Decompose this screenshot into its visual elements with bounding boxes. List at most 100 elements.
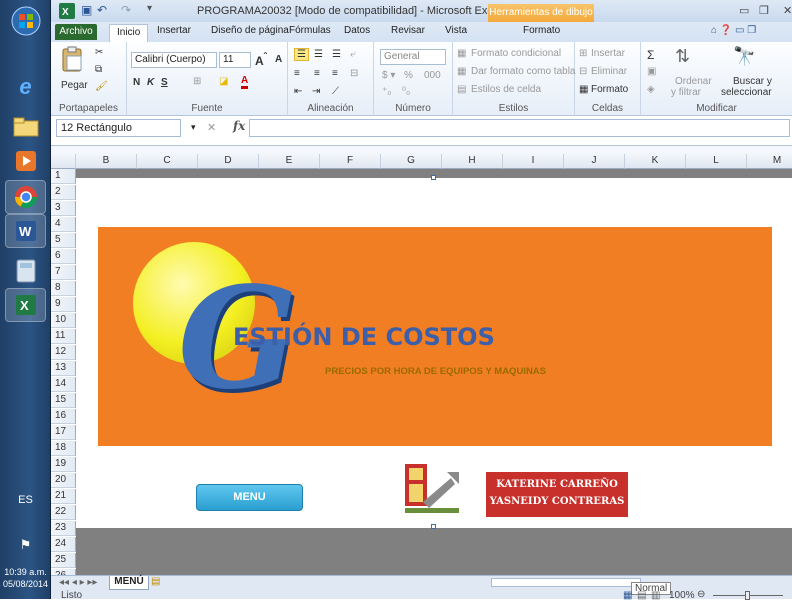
page-layout-icon[interactable]: ▤ [637, 590, 646, 601]
number-format-combo[interactable]: General [380, 49, 446, 65]
paste-icon[interactable] [61, 46, 83, 72]
font-size-combo[interactable]: 11 [219, 52, 251, 68]
clear-icon[interactable]: ◈ [647, 84, 655, 95]
cell-styles-button[interactable]: Estilos de celda [471, 84, 541, 95]
col-header-l[interactable]: L [686, 154, 747, 169]
selection-handle-bottom[interactable] [431, 524, 436, 529]
wrap-text-icon[interactable]: ⤶ [350, 49, 356, 60]
font-name-combo[interactable]: Calibri (Cuerpo) [131, 52, 217, 68]
new-sheet-icon[interactable]: ▤ [151, 576, 160, 587]
row-header-3[interactable]: 3 [51, 201, 76, 216]
borders-icon[interactable]: ⊞ [193, 76, 201, 87]
merge-center-icon[interactable]: ⊟ [350, 68, 358, 79]
percent-button[interactable]: % [404, 70, 413, 81]
calculator-icon[interactable] [5, 254, 46, 288]
row-header-21[interactable]: 21 [51, 489, 76, 504]
shrink-font-icon[interactable]: A [275, 54, 282, 65]
conditional-format-button[interactable]: Formato condicional [471, 48, 561, 59]
bold-button[interactable]: N [133, 77, 140, 88]
row-header-13[interactable]: 13 [51, 361, 76, 376]
align-middle-icon[interactable]: ☰ [314, 49, 323, 60]
col-header-j[interactable]: J [564, 154, 625, 169]
close-button[interactable]: ✕ [783, 4, 792, 17]
clock-time[interactable]: 10:39 a.m. [0, 567, 51, 577]
delete-cells-icon[interactable]: ⊟ [579, 66, 587, 77]
row-header-22[interactable]: 22 [51, 505, 76, 520]
redo-icon[interactable]: ↷ [121, 3, 131, 17]
word-icon[interactable]: W [5, 214, 46, 248]
tab-inicio[interactable]: Inicio [109, 24, 149, 43]
row-header-17[interactable]: 17 [51, 425, 76, 440]
row-header-16[interactable]: 16 [51, 409, 76, 424]
row-header-23[interactable]: 23 [51, 521, 76, 536]
insert-cells-icon[interactable]: ⊞ [579, 48, 587, 59]
select-all-corner[interactable] [51, 154, 76, 169]
sort-filter-icon[interactable]: ⇅ [675, 46, 690, 67]
col-header-e[interactable]: E [259, 154, 320, 169]
align-center-icon[interactable]: ≡ [314, 68, 320, 79]
row-header-25[interactable]: 25 [51, 553, 76, 568]
fill-icon[interactable]: ▣ [647, 66, 656, 77]
decrease-indent-icon[interactable]: ⇤ [294, 86, 302, 97]
row-header-20[interactable]: 20 [51, 473, 76, 488]
network-icon[interactable]: ⚑ [0, 537, 51, 553]
row-header-7[interactable]: 7 [51, 265, 76, 280]
align-right-icon[interactable]: ≡ [332, 68, 338, 79]
clock-date[interactable]: 05/08/2014 [0, 579, 51, 589]
worksheet-grid[interactable]: B C D E F G H I J K L M 1 2 3 4 5 6 7 8 … [51, 154, 792, 575]
cell-styles-icon[interactable]: ▤ [457, 84, 466, 95]
tab-datos[interactable]: Datos [344, 25, 370, 36]
italic-button[interactable]: K [147, 77, 154, 88]
copy-icon[interactable]: ⧉ [95, 64, 102, 75]
tab-formulas[interactable]: Fórmulas [289, 25, 331, 36]
minimize-button[interactable]: ▭ [739, 4, 749, 17]
conditional-format-icon[interactable]: ▦ [457, 48, 466, 59]
tab-diseno-pagina[interactable]: Diseño de página [211, 25, 289, 36]
delete-cells-button[interactable]: Eliminar [591, 66, 627, 77]
chrome-icon[interactable] [5, 180, 46, 214]
col-header-k[interactable]: K [625, 154, 686, 169]
restore-button[interactable]: ❐ [759, 4, 769, 17]
row-header-24[interactable]: 24 [51, 537, 76, 552]
col-header-d[interactable]: D [198, 154, 259, 169]
underline-button[interactable]: S [161, 77, 168, 88]
thousands-button[interactable]: 000 [424, 70, 441, 81]
menu-button[interactable]: MENU [196, 484, 303, 511]
col-header-c[interactable]: C [137, 154, 198, 169]
col-header-f[interactable]: F [320, 154, 381, 169]
name-box-dropdown-icon[interactable]: ▾ [191, 122, 196, 133]
customize-qat-icon[interactable]: ▾ [147, 3, 152, 14]
row-header-19[interactable]: 19 [51, 457, 76, 472]
align-top-icon[interactable]: ☰ [294, 48, 309, 61]
format-cells-button[interactable]: Formato [591, 84, 628, 95]
sort-filter-label-1[interactable]: Ordenar [675, 76, 712, 87]
internet-explorer-icon[interactable]: e [5, 70, 46, 104]
sheet-tab-menu[interactable]: MENÚ [109, 576, 149, 590]
zoom-level[interactable]: 100% [669, 590, 695, 601]
excel-app-icon[interactable]: X [59, 3, 75, 19]
formula-cancel-icon[interactable]: ✕ [207, 121, 216, 134]
orientation-icon[interactable]: ⟋ [332, 86, 339, 97]
insert-function-button[interactable]: fx [233, 119, 245, 133]
tab-formato[interactable]: Formato [523, 25, 560, 36]
undo-icon[interactable]: ↶ [97, 3, 107, 17]
row-header-2[interactable]: 2 [51, 185, 76, 200]
currency-icon[interactable]: $ ▾ [382, 70, 395, 81]
row-header-8[interactable]: 8 [51, 281, 76, 296]
decrease-decimal-icon[interactable]: ⁰₀ [402, 86, 410, 97]
horizontal-scrollbar[interactable] [491, 578, 641, 587]
paste-label[interactable]: Pegar [61, 80, 88, 91]
page-break-icon[interactable]: ▥ [651, 590, 660, 601]
language-indicator[interactable]: ES [0, 494, 51, 506]
row-header-10[interactable]: 10 [51, 313, 76, 328]
col-header-b[interactable]: B [76, 154, 137, 169]
row-header-11[interactable]: 11 [51, 329, 76, 344]
start-button[interactable] [5, 4, 46, 38]
media-player-icon[interactable] [5, 144, 46, 178]
font-color-icon[interactable]: A [241, 75, 249, 89]
find-select-label-1[interactable]: Buscar y [733, 76, 772, 87]
row-header-15[interactable]: 15 [51, 393, 76, 408]
row-header-18[interactable]: 18 [51, 441, 76, 456]
selection-handle-top[interactable] [431, 175, 436, 180]
col-header-m[interactable]: M [747, 154, 792, 169]
